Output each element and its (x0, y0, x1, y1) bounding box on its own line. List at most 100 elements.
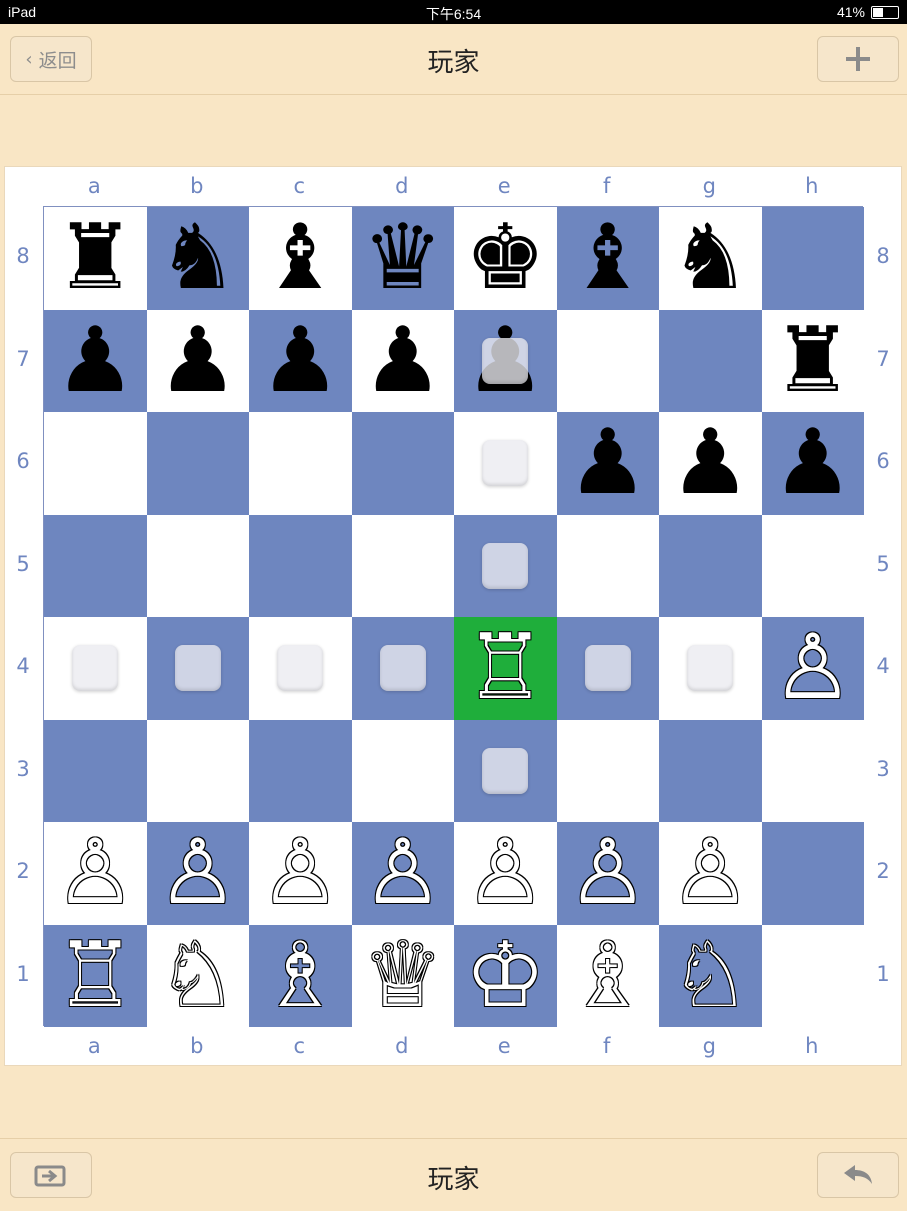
square-g5[interactable] (659, 514, 762, 617)
black-bishop-piece[interactable]: ♝ (260, 213, 341, 303)
white-pawn-piece[interactable]: ♙ (260, 828, 341, 918)
move-target-marker[interactable] (482, 542, 528, 589)
white-knight-piece[interactable]: ♘ (670, 930, 751, 1021)
square-a7[interactable]: ♟ (44, 309, 147, 412)
square-g4[interactable] (659, 617, 762, 720)
square-b5[interactable] (146, 514, 249, 617)
white-pawn-piece[interactable]: ♙ (465, 828, 546, 918)
square-e4[interactable]: ♖ (454, 617, 557, 720)
square-f5[interactable] (556, 514, 659, 617)
white-rook-piece[interactable]: ♖ (465, 623, 546, 713)
square-b2[interactable]: ♙ (146, 822, 249, 925)
square-d4[interactable] (351, 617, 454, 720)
black-pawn-piece[interactable]: ♟ (567, 418, 648, 508)
white-pawn-piece[interactable]: ♙ (567, 828, 648, 918)
black-rook-piece[interactable]: ♜ (772, 315, 853, 406)
square-c6[interactable] (249, 412, 352, 515)
square-e7[interactable]: ♟ (454, 309, 557, 412)
square-g3[interactable] (659, 719, 762, 822)
square-a2[interactable]: ♙ (44, 822, 147, 925)
white-king-piece[interactable]: ♔ (465, 930, 546, 1021)
black-pawn-piece[interactable]: ♟ (157, 315, 238, 406)
move-target-marker[interactable] (482, 337, 528, 384)
square-h1[interactable] (761, 924, 864, 1027)
white-pawn-piece[interactable]: ♙ (157, 828, 238, 918)
square-a1[interactable]: ♖ (44, 924, 147, 1027)
square-b4[interactable] (146, 617, 249, 720)
black-knight-piece[interactable]: ♞ (157, 213, 238, 303)
square-e2[interactable]: ♙ (454, 822, 557, 925)
square-b1[interactable]: ♘ (146, 924, 249, 1027)
square-c7[interactable]: ♟ (249, 309, 352, 412)
square-b3[interactable] (146, 719, 249, 822)
white-pawn-piece[interactable]: ♙ (670, 828, 751, 918)
square-f3[interactable] (556, 719, 659, 822)
square-a5[interactable] (44, 514, 147, 617)
square-d6[interactable] (351, 412, 454, 515)
square-h5[interactable] (761, 514, 864, 617)
white-knight-piece[interactable]: ♘ (157, 930, 238, 1021)
move-target-marker[interactable] (379, 645, 426, 691)
square-b8[interactable]: ♞ (146, 207, 249, 310)
white-queen-piece[interactable]: ♕ (362, 930, 443, 1021)
square-c8[interactable]: ♝ (249, 207, 352, 310)
square-h3[interactable] (761, 719, 864, 822)
chess-board[interactable]: ♜♞♝♛♚♝♞♟♟♟♟♟♜♟♟♟♖♙♙♙♙♙♙♙♙♖♘♗♕♔♗♘ (43, 206, 864, 1027)
move-target-marker[interactable] (482, 440, 528, 486)
move-target-marker[interactable] (482, 747, 528, 794)
move-target-marker[interactable] (72, 645, 118, 691)
square-f6[interactable]: ♟ (556, 412, 659, 515)
square-c2[interactable]: ♙ (249, 822, 352, 925)
square-h2[interactable] (761, 822, 864, 925)
square-c5[interactable] (249, 514, 352, 617)
square-b7[interactable]: ♟ (146, 309, 249, 412)
square-e3[interactable] (454, 719, 557, 822)
square-g2[interactable]: ♙ (659, 822, 762, 925)
square-f2[interactable]: ♙ (556, 822, 659, 925)
black-bishop-piece[interactable]: ♝ (567, 213, 648, 303)
square-c4[interactable] (249, 617, 352, 720)
white-rook-piece[interactable]: ♖ (55, 930, 136, 1021)
square-d5[interactable] (351, 514, 454, 617)
square-b6[interactable] (146, 412, 249, 515)
black-queen-piece[interactable]: ♛ (362, 213, 443, 303)
white-pawn-piece[interactable]: ♙ (55, 828, 136, 918)
square-d1[interactable]: ♕ (351, 924, 454, 1027)
square-h6[interactable]: ♟ (761, 412, 864, 515)
square-d7[interactable]: ♟ (351, 309, 454, 412)
square-a3[interactable] (44, 719, 147, 822)
black-rook-piece[interactable]: ♜ (55, 213, 136, 303)
square-e1[interactable]: ♔ (454, 924, 557, 1027)
square-a4[interactable] (44, 617, 147, 720)
square-d8[interactable]: ♛ (351, 207, 454, 310)
square-h4[interactable]: ♙ (761, 617, 864, 720)
black-pawn-piece[interactable]: ♟ (260, 315, 341, 406)
square-c3[interactable] (249, 719, 352, 822)
black-pawn-piece[interactable]: ♟ (772, 418, 853, 508)
square-a6[interactable] (44, 412, 147, 515)
square-g7[interactable] (659, 309, 762, 412)
square-a8[interactable]: ♜ (44, 207, 147, 310)
square-e6[interactable] (454, 412, 557, 515)
white-bishop-piece[interactable]: ♗ (260, 930, 341, 1021)
square-h7[interactable]: ♜ (761, 309, 864, 412)
square-c1[interactable]: ♗ (249, 924, 352, 1027)
black-knight-piece[interactable]: ♞ (670, 213, 751, 303)
move-target-marker[interactable] (687, 645, 733, 691)
square-d2[interactable]: ♙ (351, 822, 454, 925)
square-g6[interactable]: ♟ (659, 412, 762, 515)
square-f7[interactable] (556, 309, 659, 412)
square-f4[interactable] (556, 617, 659, 720)
black-pawn-piece[interactable]: ♟ (55, 315, 136, 406)
add-button[interactable] (817, 36, 899, 82)
move-target-marker[interactable] (277, 645, 323, 691)
square-g1[interactable]: ♘ (659, 924, 762, 1027)
square-e5[interactable] (454, 514, 557, 617)
black-pawn-piece[interactable]: ♟ (670, 418, 751, 508)
white-bishop-piece[interactable]: ♗ (567, 930, 648, 1021)
square-f1[interactable]: ♗ (556, 924, 659, 1027)
square-g8[interactable]: ♞ (659, 207, 762, 310)
undo-button[interactable] (817, 1152, 899, 1198)
black-king-piece[interactable]: ♚ (465, 213, 546, 303)
move-target-marker[interactable] (174, 645, 221, 691)
